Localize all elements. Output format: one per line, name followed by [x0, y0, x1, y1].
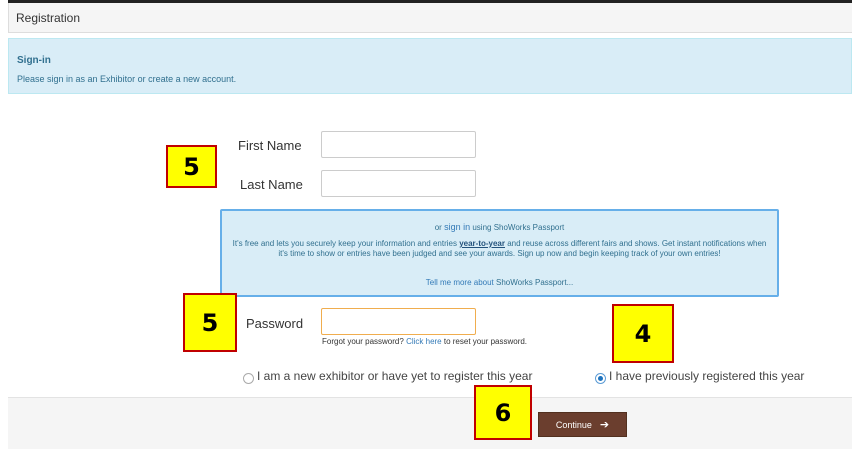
passport-body-prefix: It's free and lets you securely keep you… — [232, 239, 457, 248]
callout-password: 5 — [183, 293, 237, 352]
passport-more-line: Tell me more about ShoWorks Passport... — [222, 278, 777, 287]
forgot-password-text: Forgot your password? Click here to rese… — [322, 337, 527, 346]
first-name-label: First Name — [238, 138, 302, 153]
passport-more-suffix: ShoWorks Passport... — [496, 278, 574, 287]
callout-name-fields: 5 — [166, 145, 217, 188]
password-label: Password — [246, 316, 304, 331]
signin-title: Sign-in — [17, 55, 51, 66]
passport-info-box: or sign in using ShoWorks Passport It's … — [220, 209, 779, 297]
year-to-year-link[interactable]: year-to-year — [459, 239, 505, 248]
tell-me-more-link[interactable]: Tell me more about — [426, 278, 494, 287]
signin-description: Please sign in as an Exhibitor or create… — [17, 74, 237, 84]
new-exhibitor-radio[interactable] — [243, 373, 254, 384]
passport-description: It's free and lets you securely keep you… — [232, 239, 767, 259]
last-name-label: Last Name — [240, 177, 303, 192]
previous-registered-radio[interactable] — [595, 373, 606, 384]
passport-using-text: using ShoWorks Passport — [472, 223, 565, 232]
form-footer — [8, 397, 852, 449]
continue-label: Continue — [555, 419, 592, 430]
panel-header: Registration — [8, 3, 852, 33]
password-input[interactable] — [321, 308, 476, 335]
forgot-suffix: to reset your password. — [443, 337, 528, 346]
passport-or-text: or — [434, 223, 442, 232]
first-name-input[interactable] — [321, 131, 476, 158]
new-exhibitor-label[interactable]: I am a new exhibitor or have yet to regi… — [257, 369, 532, 383]
passport-signin-line: or sign in using ShoWorks Passport — [222, 222, 777, 232]
forgot-prefix: Forgot your password? — [322, 337, 404, 346]
forgot-password-link[interactable]: Click here — [406, 337, 442, 346]
previous-registered-label[interactable]: I have previously registered this year — [609, 369, 804, 383]
passport-signin-link[interactable]: sign in — [444, 222, 470, 232]
callout-continue: 6 — [474, 385, 532, 440]
arrow-right-icon: ➔ — [599, 419, 610, 431]
panel-title: Registration — [16, 11, 81, 25]
continue-button[interactable]: Continue ➔ — [538, 412, 627, 437]
callout-previous-option: 4 — [612, 304, 674, 363]
signin-info-box: Sign-in Please sign in as an Exhibitor o… — [8, 38, 852, 94]
last-name-input[interactable] — [321, 170, 476, 197]
